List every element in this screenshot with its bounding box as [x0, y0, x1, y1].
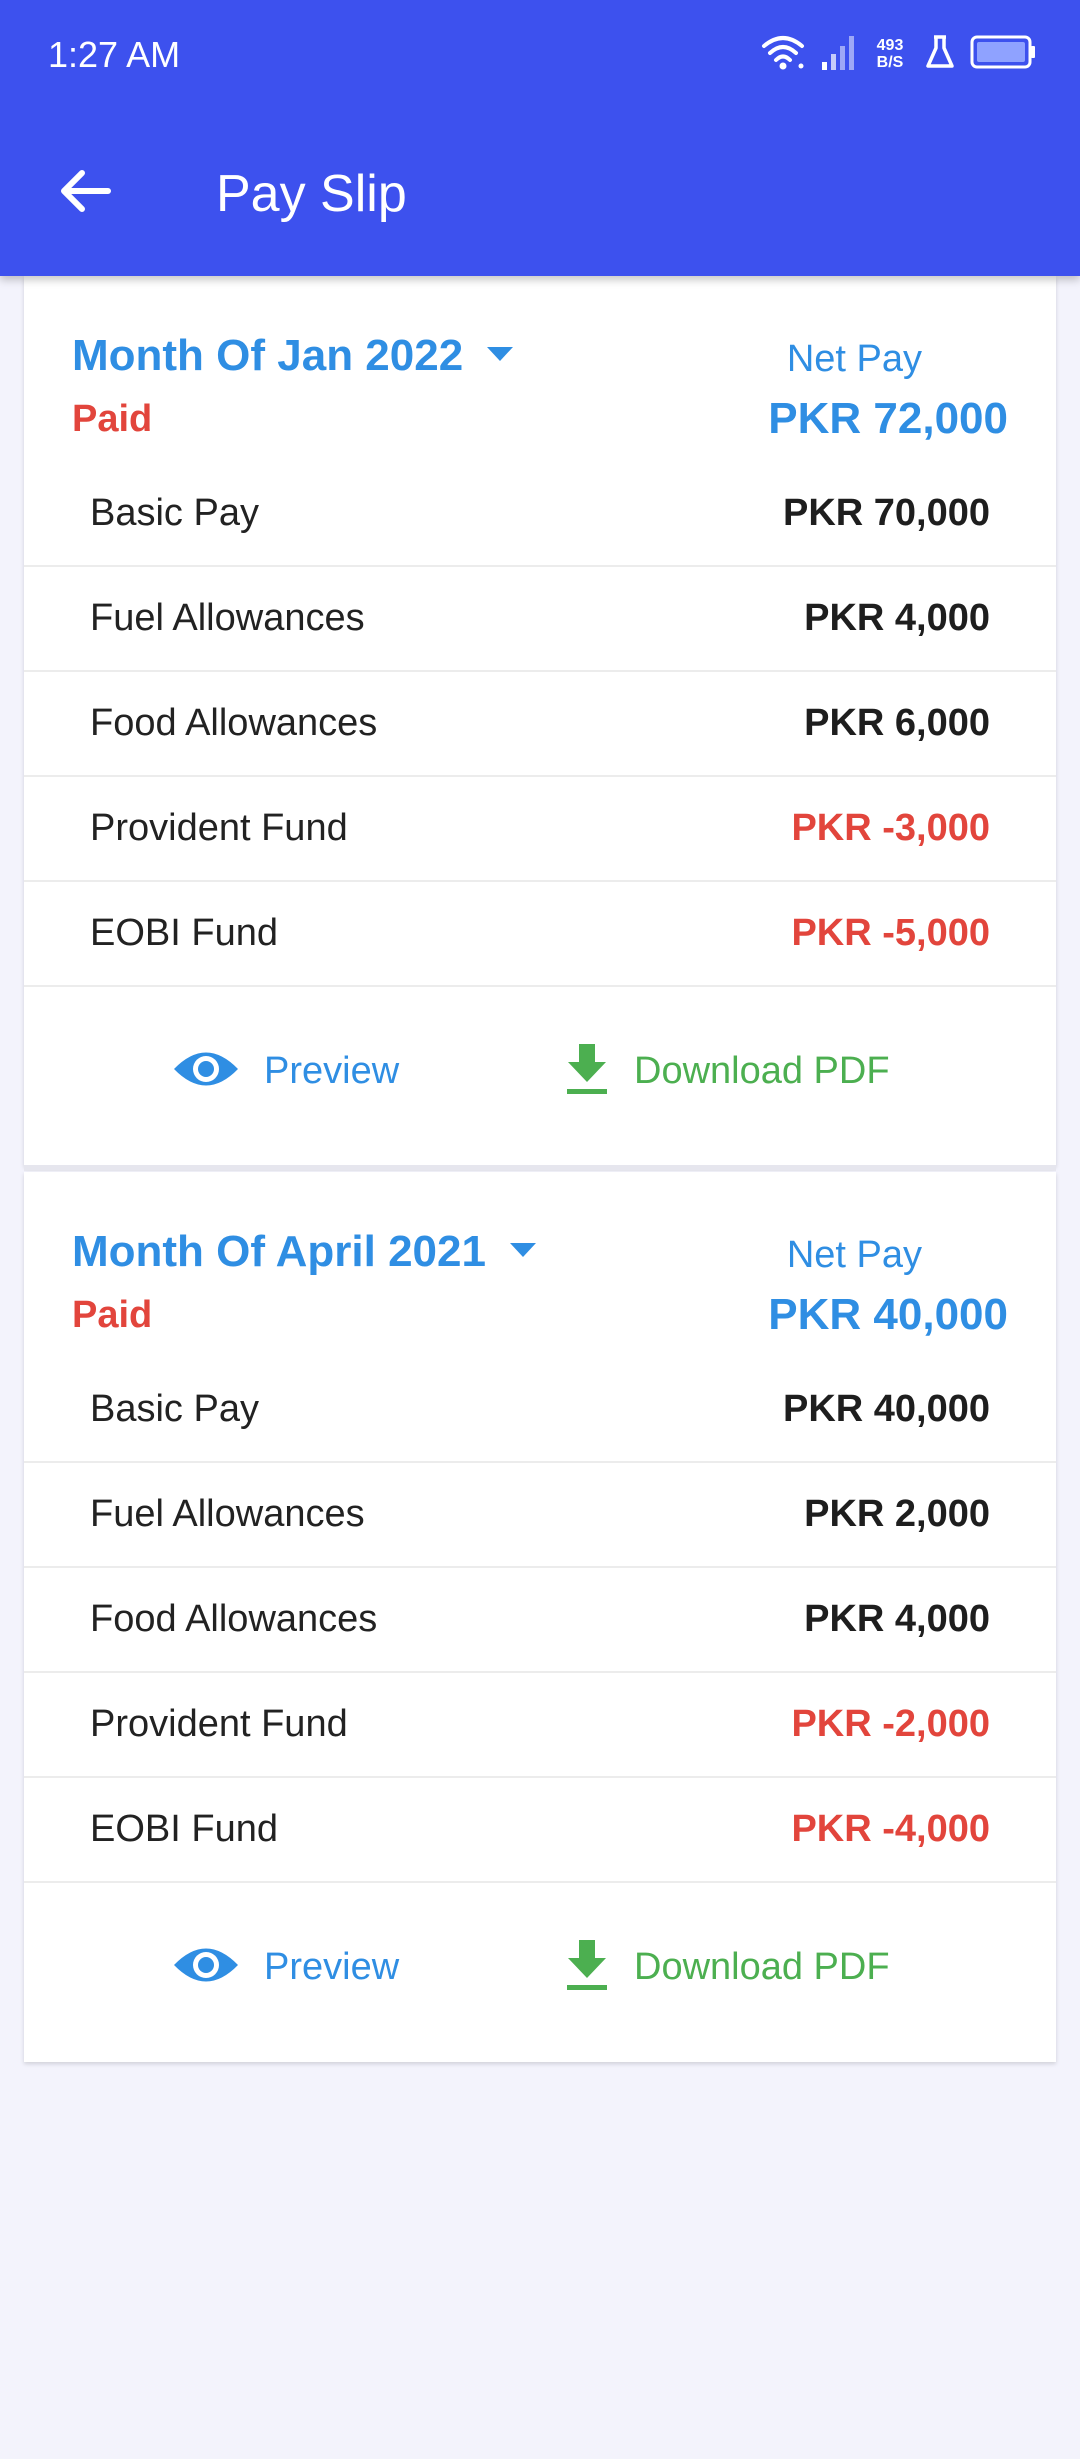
payslip-actions: Preview Download PDF — [24, 987, 1056, 1155]
net-pay-label: Net Pay — [786, 1234, 922, 1276]
preview-button[interactable]: Preview — [172, 1883, 399, 2051]
pay-item-row: Fuel Allowances PKR 4,000 — [24, 567, 1056, 672]
pay-item-label: Fuel Allowances — [90, 1493, 365, 1535]
pay-item-value: PKR 6,000 — [804, 702, 990, 744]
preview-button[interactable]: Preview — [172, 987, 399, 1155]
pay-item-label: Basic Pay — [90, 492, 259, 534]
back-arrow-icon — [58, 169, 112, 218]
download-pdf-label: Download PDF — [634, 1945, 890, 1988]
download-icon — [564, 1042, 610, 1101]
eye-icon — [172, 1046, 240, 1097]
month-selector[interactable]: Month Of April 2021 — [72, 1226, 538, 1278]
pay-item-row: Fuel Allowances PKR 2,000 — [24, 1463, 1056, 1568]
signal-icon — [820, 32, 856, 77]
page-title: Pay Slip — [216, 165, 407, 223]
eye-icon — [172, 1942, 240, 1993]
pay-item-row: Provident Fund PKR -2,000 — [24, 1673, 1056, 1778]
pay-item-row: EOBI Fund PKR -5,000 — [24, 882, 1056, 987]
battery-icon — [970, 35, 1036, 74]
status-badge: Paid — [72, 1294, 153, 1336]
network-speed: 493 B/S — [870, 37, 910, 71]
app-header: 1:27 AM 493 B/S Pay Slip — [0, 0, 1080, 276]
status-time: 1:27 AM — [48, 34, 181, 75]
download-pdf-button[interactable]: Download PDF — [564, 987, 890, 1155]
flask-icon — [924, 34, 956, 75]
pay-item-label: Provident Fund — [90, 1703, 348, 1745]
pay-item-row: EOBI Fund PKR -4,000 — [24, 1778, 1056, 1883]
net-pay-value: PKR 40,000 — [768, 1290, 1008, 1339]
dropdown-caret-icon — [508, 1241, 538, 1264]
payslip-actions: Preview Download PDF — [24, 1883, 1056, 2051]
back-button[interactable] — [50, 158, 120, 228]
network-speed-value: 493 — [876, 37, 904, 54]
preview-label: Preview — [264, 1049, 400, 1092]
card-divider — [24, 1165, 1056, 1171]
pay-item-value: PKR -5,000 — [791, 912, 990, 954]
pay-item-value: PKR 4,000 — [804, 1598, 990, 1640]
status-icons: 493 B/S — [760, 30, 1036, 78]
net-pay-value: PKR 72,000 — [768, 394, 1008, 443]
wifi-icon — [760, 32, 806, 77]
pay-item-label: Food Allowances — [90, 702, 378, 744]
payslip-card-header: Month Of April 2021 Paid Net Pay PKR 40,… — [24, 1172, 1056, 1358]
pay-item-value: PKR 2,000 — [804, 1493, 990, 1535]
pay-item-value: PKR -2,000 — [791, 1703, 990, 1745]
pay-item-label: Provident Fund — [90, 807, 348, 849]
payslip-card: Month Of Jan 2022 Paid Net Pay PKR 72,00… — [24, 276, 1056, 1166]
pay-item-value: PKR 40,000 — [782, 1388, 990, 1430]
month-title: Month Of Jan 2022 — [72, 331, 464, 380]
pay-item-label: EOBI Fund — [90, 912, 278, 954]
pay-item-label: EOBI Fund — [90, 1808, 278, 1850]
pay-item-row: Food Allowances PKR 4,000 — [24, 1568, 1056, 1673]
month-title: Month Of April 2021 — [72, 1227, 486, 1276]
pay-item-value: PKR -3,000 — [791, 807, 990, 849]
network-speed-unit: B/S — [876, 54, 904, 71]
pay-item-row: Provident Fund PKR -3,000 — [24, 777, 1056, 882]
payslip-card: Month Of April 2021 Paid Net Pay PKR 40,… — [24, 1172, 1056, 2062]
pay-item-row: Basic Pay PKR 70,000 — [24, 462, 1056, 567]
download-icon — [564, 1938, 610, 1997]
pay-item-row: Food Allowances PKR 6,000 — [24, 672, 1056, 777]
pay-item-label: Food Allowances — [90, 1598, 378, 1640]
download-pdf-label: Download PDF — [634, 1049, 890, 1092]
pay-item-value: PKR 70,000 — [782, 492, 990, 534]
download-pdf-button[interactable]: Download PDF — [564, 1883, 890, 2051]
pay-item-value: PKR 4,000 — [804, 597, 990, 639]
month-selector[interactable]: Month Of Jan 2022 — [72, 330, 515, 382]
dropdown-caret-icon — [485, 345, 515, 368]
net-pay-label: Net Pay — [786, 338, 922, 380]
pay-item-label: Fuel Allowances — [90, 597, 365, 639]
pay-item-value: PKR -4,000 — [791, 1808, 990, 1850]
payslip-card-header: Month Of Jan 2022 Paid Net Pay PKR 72,00… — [24, 276, 1056, 462]
pay-item-row: Basic Pay PKR 40,000 — [24, 1358, 1056, 1463]
status-badge: Paid — [72, 398, 153, 440]
preview-label: Preview — [264, 1945, 400, 1988]
pay-item-label: Basic Pay — [90, 1388, 259, 1430]
